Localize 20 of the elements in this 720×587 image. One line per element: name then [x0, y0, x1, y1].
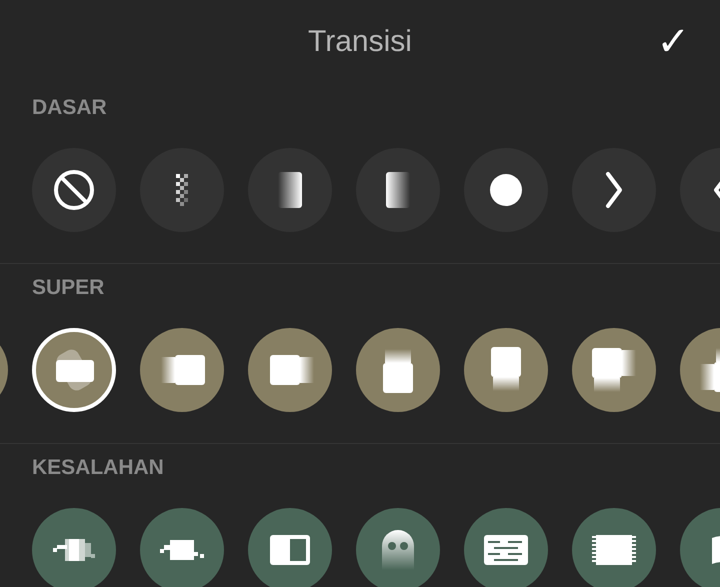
checker-icon [176, 174, 188, 206]
blurred-square-icon [590, 346, 638, 394]
blurred-square-icon [267, 352, 313, 388]
gradient-icon [278, 172, 302, 208]
ghost-icon [382, 530, 414, 570]
chevron-right-icon [606, 172, 622, 208]
glitch-icon [160, 540, 204, 560]
gradient-icon [386, 172, 410, 208]
panel-icon [270, 535, 310, 565]
blurred-square-icon [159, 352, 205, 388]
glitch-icon [53, 539, 95, 561]
scramble-icon [484, 535, 528, 565]
jitter-icon [592, 535, 636, 565]
section-label: SUPER [31, 275, 106, 301]
dot-icon [490, 174, 522, 206]
confirm-button[interactable]: ✓ [656, 18, 690, 66]
section-label: DASAR [31, 95, 108, 121]
section-label: KESALAHAN [31, 455, 165, 481]
no-entry-icon [54, 170, 94, 210]
screen-title: Transisi [308, 25, 412, 59]
